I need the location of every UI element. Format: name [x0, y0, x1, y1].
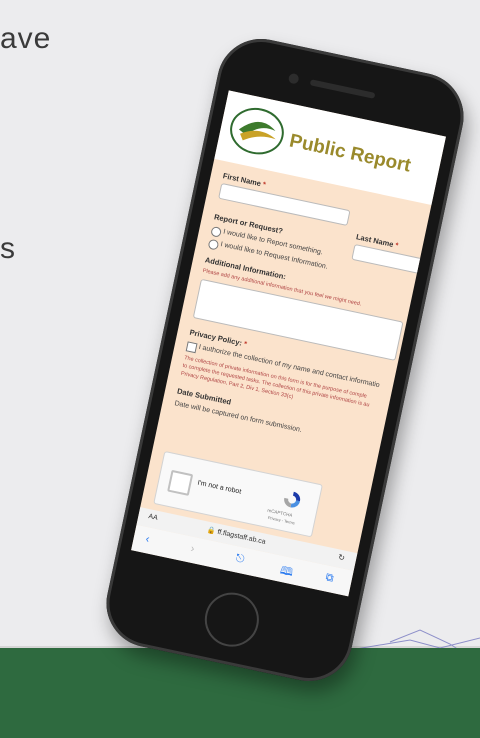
- privacy-policy-label: Privacy Policy: *: [188, 327, 248, 349]
- earpiece-speaker: [309, 79, 376, 99]
- text-size-button[interactable]: AA: [148, 513, 159, 522]
- privacy-consent-checkbox[interactable]: [185, 341, 198, 354]
- county-logo: [230, 107, 284, 155]
- form-title: Public Report: [287, 130, 413, 177]
- back-icon[interactable]: ‹: [145, 533, 151, 546]
- background-text-mid: s: [0, 232, 16, 265]
- tabs-icon[interactable]: ⧉: [324, 571, 334, 585]
- front-camera: [287, 72, 300, 85]
- reload-icon[interactable]: ↻: [337, 552, 345, 562]
- home-button[interactable]: [199, 587, 264, 652]
- bookmarks-icon[interactable]: 🕮: [278, 562, 295, 583]
- report-option-radio[interactable]: [210, 225, 223, 238]
- share-icon[interactable]: ⎋: [234, 552, 245, 567]
- recaptcha-checkbox[interactable]: [167, 469, 194, 496]
- recaptcha-label: I'm not a robot: [196, 479, 242, 496]
- phone-screen: Public Report First Name * Last Name * R…: [131, 90, 446, 597]
- recaptcha-icon: [284, 491, 301, 508]
- request-option-radio[interactable]: [207, 238, 220, 251]
- background-text-top: ave: [0, 22, 52, 55]
- forward-icon[interactable]: ›: [189, 543, 195, 556]
- smartphone: Public Report First Name * Last Name * R…: [98, 30, 472, 690]
- date-submitted-text: Date will be captured on form submission…: [173, 400, 303, 434]
